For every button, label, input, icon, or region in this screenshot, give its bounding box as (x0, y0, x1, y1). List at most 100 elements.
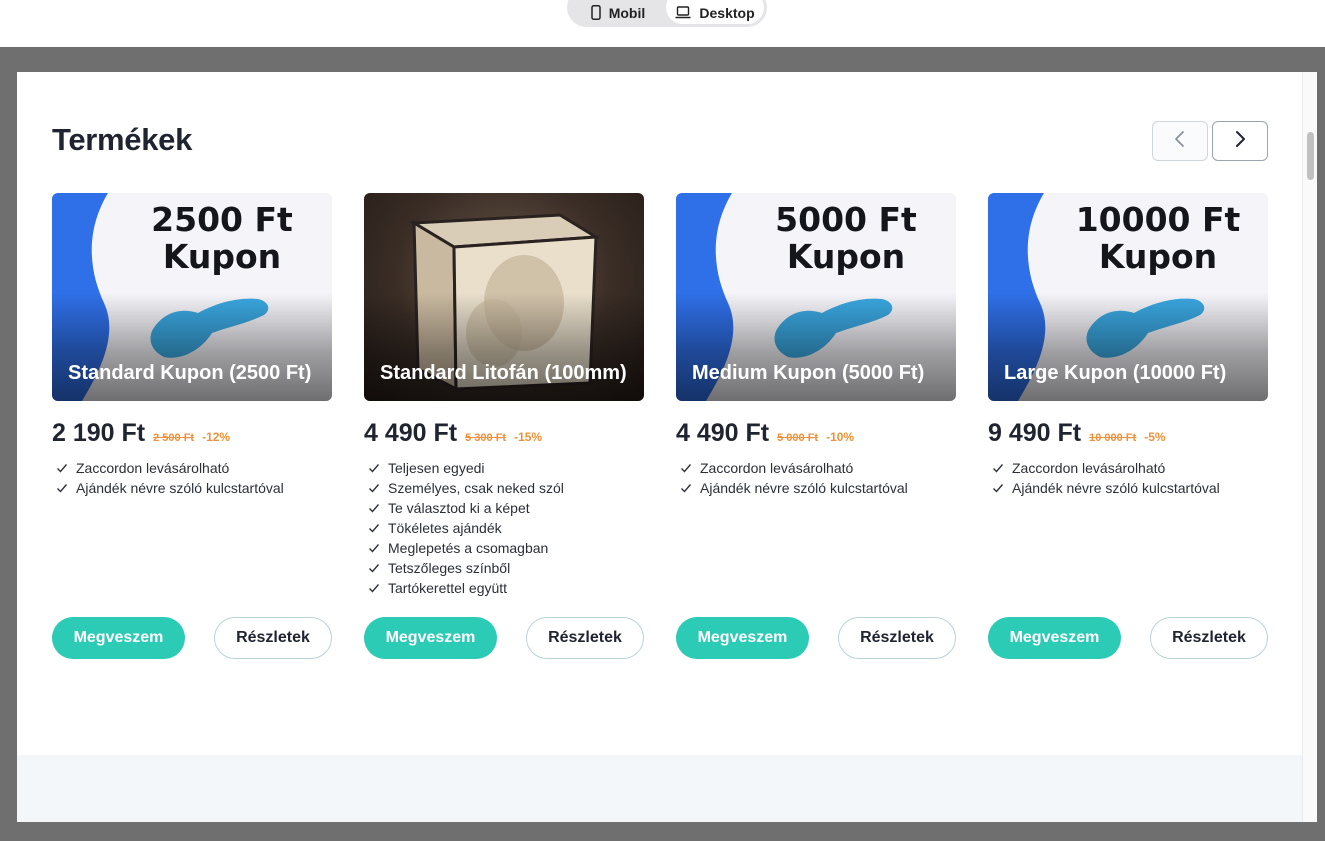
feature-text: Zaccordon levásárolható (76, 460, 230, 476)
feature-list: Zaccordon levásárolható Ajándék névre sz… (52, 458, 332, 498)
details-button[interactable]: Részletek (214, 617, 332, 659)
feature-text: Te választod ki a képet (388, 500, 530, 516)
check-icon (369, 504, 380, 513)
product-card: 2500 Ft Kupon Standard Kupon (2500 Ft) 2… (52, 193, 332, 498)
old-price: 2 500 Ft (153, 432, 195, 444)
coupon-image-text: 2500 Ft Kupon (122, 201, 322, 275)
coupon-amount: 10000 Ft (1075, 200, 1241, 239)
chevron-right-icon (1233, 129, 1247, 154)
laptop-icon (675, 6, 691, 19)
discount-badge: -10% (826, 430, 855, 444)
details-button[interactable]: Részletek (526, 617, 644, 659)
next-section-band (17, 755, 1302, 822)
coupon-amount: 5000 Ft (775, 200, 917, 239)
chevron-left-icon (1173, 129, 1187, 154)
desktop-view-button[interactable]: Desktop (666, 0, 764, 24)
details-button[interactable]: Részletek (1150, 617, 1268, 659)
product-image[interactable]: Standard Litofán (100mm) (364, 193, 644, 401)
check-icon (681, 484, 692, 493)
product-image[interactable]: 10000 Ft Kupon Large Kupon (10000 Ft) (988, 193, 1268, 401)
product-card: 10000 Ft Kupon Large Kupon (10000 Ft) 9 … (988, 193, 1268, 498)
current-price: 9 490 Ft (988, 419, 1082, 447)
feature-item: Zaccordon levásárolható (676, 458, 956, 478)
check-icon (369, 464, 380, 473)
discount-badge: -12% (202, 430, 231, 444)
price-row: 4 490 Ft 5 300 Ft -15% (364, 419, 644, 449)
check-icon (369, 584, 380, 593)
feature-text: Tartókerettel együtt (388, 580, 508, 596)
feature-item: Ajándék névre szóló kulcstartóval (676, 478, 956, 498)
feature-item: Tartókerettel együtt (364, 578, 644, 598)
feature-item: Meglepetés a csomagban (364, 538, 644, 558)
product-image[interactable]: 5000 Ft Kupon Medium Kupon (5000 Ft) (676, 193, 956, 401)
check-icon (369, 564, 380, 573)
product-image[interactable]: 2500 Ft Kupon Standard Kupon (2500 Ft) (52, 193, 332, 401)
mobile-view-button[interactable]: Mobil (570, 0, 666, 24)
feature-text: Személyes, csak neked szól (388, 480, 564, 496)
feature-text: Zaccordon levásárolható (1012, 460, 1166, 476)
feature-text: Teljesen egyedi (388, 460, 485, 476)
feature-text: Tetszőleges színből (388, 560, 511, 576)
coupon-amount: 2500 Ft (151, 200, 293, 239)
check-icon (369, 544, 380, 553)
details-button[interactable]: Részletek (838, 617, 956, 659)
buy-button[interactable]: Megveszem (52, 617, 185, 659)
feature-text: Ajándék névre szóló kulcstartóval (76, 480, 284, 496)
coupon-image-text: 5000 Ft Kupon (746, 201, 946, 275)
current-price: 2 190 Ft (52, 419, 146, 447)
preview-toolbar: Mobil Desktop (0, 0, 1325, 47)
feature-text: Ajándék névre szóló kulcstartóval (1012, 480, 1220, 496)
feature-item: Személyes, csak neked szól (364, 478, 644, 498)
product-title: Standard Litofán (100mm) (380, 362, 627, 384)
carousel-next-button[interactable] (1212, 121, 1268, 161)
feature-item: Zaccordon levásárolható (52, 458, 332, 478)
current-price: 4 490 Ft (676, 419, 770, 447)
card-actions: Megveszem Részletek (52, 617, 332, 659)
price-row: 4 490 Ft 5 000 Ft -10% (676, 419, 956, 449)
carousel-prev-button[interactable] (1152, 121, 1208, 161)
feature-text: Tökéletes ajándék (388, 520, 502, 536)
phone-icon (590, 5, 601, 20)
feature-item: Teljesen egyedi (364, 458, 644, 478)
coupon-word: Kupon (786, 237, 906, 276)
product-card: 5000 Ft Kupon Medium Kupon (5000 Ft) 4 4… (676, 193, 956, 498)
feature-item: Ajándék névre szóló kulcstartóval (988, 478, 1268, 498)
feature-item: Tetszőleges színből (364, 558, 644, 578)
vertical-scrollbar[interactable] (1302, 72, 1317, 822)
check-icon (993, 464, 1004, 473)
mobile-view-label: Mobil (608, 4, 646, 21)
coupon-word: Kupon (162, 237, 282, 276)
feature-list: Teljesen egyedi Személyes, csak neked sz… (364, 458, 644, 598)
check-icon (369, 484, 380, 493)
card-actions: Megveszem Részletek (364, 617, 644, 659)
feature-item: Ajándék névre szóló kulcstartóval (52, 478, 332, 498)
feature-item: Tökéletes ajándék (364, 518, 644, 538)
product-title: Large Kupon (10000 Ft) (1004, 362, 1227, 384)
check-icon (369, 524, 380, 533)
buy-button[interactable]: Megveszem (364, 617, 497, 659)
coupon-image-text: 10000 Ft Kupon (1058, 201, 1258, 275)
price-row: 2 190 Ft 2 500 Ft -12% (52, 419, 332, 449)
feature-item: Zaccordon levásárolható (988, 458, 1268, 478)
preview-viewport: Termékek 2500 Ft Kupon Standard Kupon (2… (17, 72, 1317, 822)
discount-badge: -15% (514, 430, 543, 444)
preview-frame: Termékek 2500 Ft Kupon Standard Kupon (2… (0, 47, 1325, 841)
scrollbar-thumb[interactable] (1307, 132, 1314, 180)
old-price: 5 300 Ft (465, 432, 507, 444)
feature-list: Zaccordon levásárolható Ajándék névre sz… (676, 458, 956, 498)
product-card: Standard Litofán (100mm) 4 490 Ft 5 300 … (364, 193, 644, 598)
feature-text: Zaccordon levásárolható (700, 460, 854, 476)
discount-badge: -5% (1144, 430, 1166, 444)
check-icon (57, 464, 68, 473)
feature-text: Ajándék névre szóló kulcstartóval (700, 480, 908, 496)
feature-text: Meglepetés a csomagban (388, 540, 549, 556)
old-price: 5 000 Ft (777, 432, 819, 444)
desktop-view-label: Desktop (699, 4, 755, 21)
card-actions: Megveszem Részletek (676, 617, 956, 659)
check-icon (993, 484, 1004, 493)
buy-button[interactable]: Megveszem (676, 617, 809, 659)
section-title: Termékek (52, 122, 193, 157)
check-icon (681, 464, 692, 473)
current-price: 4 490 Ft (364, 419, 458, 447)
buy-button[interactable]: Megveszem (988, 617, 1121, 659)
